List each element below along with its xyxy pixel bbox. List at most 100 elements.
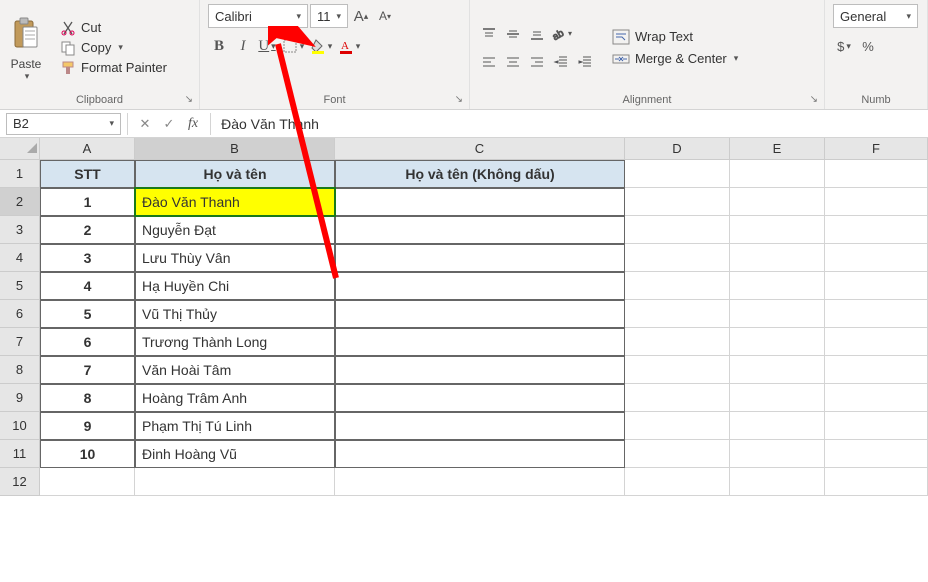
chevron-down-icon[interactable]: ▾ [734, 53, 739, 64]
cell[interactable] [135, 468, 335, 496]
cell[interactable] [335, 412, 625, 440]
cell[interactable] [825, 328, 928, 356]
chevron-down-icon[interactable]: ▾ [118, 42, 123, 53]
cell[interactable] [625, 300, 730, 328]
chevron-down-icon[interactable]: ▾ [25, 71, 30, 82]
cell[interactable] [335, 356, 625, 384]
row-header-10[interactable]: 10 [0, 412, 40, 440]
cell[interactable] [730, 356, 825, 384]
cell[interactable]: Vũ Thị Thủy [135, 300, 335, 328]
row-header-5[interactable]: 5 [0, 272, 40, 300]
column-header-F[interactable]: F [825, 138, 928, 160]
cell[interactable] [825, 384, 928, 412]
dialog-launcher-icon[interactable]: ↘ [810, 94, 818, 105]
cell[interactable] [335, 384, 625, 412]
number-format-box[interactable]: General ▾ [833, 4, 918, 28]
cell[interactable] [625, 244, 730, 272]
cell[interactable] [825, 412, 928, 440]
cell[interactable] [335, 272, 625, 300]
name-box[interactable]: B2 ▾ [6, 113, 121, 135]
row-header-11[interactable]: 11 [0, 440, 40, 468]
dialog-launcher-icon[interactable]: ↘ [455, 94, 463, 105]
cell[interactable] [335, 328, 625, 356]
cell[interactable]: Họ và tên (Không dấu) [335, 160, 625, 188]
column-header-C[interactable]: C [335, 138, 625, 160]
row-header-6[interactable]: 6 [0, 300, 40, 328]
cell[interactable] [625, 384, 730, 412]
column-header-B[interactable]: B [135, 138, 335, 160]
cell[interactable] [730, 188, 825, 216]
cell[interactable] [625, 328, 730, 356]
cell[interactable] [625, 412, 730, 440]
enter-formula-button[interactable]: ✓ [158, 113, 180, 135]
fx-button[interactable]: fx [182, 116, 204, 132]
column-header-D[interactable]: D [625, 138, 730, 160]
increase-indent-button[interactable] [574, 51, 596, 73]
cell[interactable] [825, 300, 928, 328]
merge-center-button[interactable]: Merge & Center ▾ [612, 51, 738, 67]
bold-button[interactable]: B [208, 34, 230, 58]
borders-button[interactable]: ▾ [280, 34, 306, 58]
cell[interactable] [625, 160, 730, 188]
cell[interactable] [825, 440, 928, 468]
cell[interactable] [625, 188, 730, 216]
font-color-button[interactable]: A▾ [336, 34, 362, 58]
cell[interactable] [625, 272, 730, 300]
cell[interactable] [335, 440, 625, 468]
cell[interactable] [730, 468, 825, 496]
wrap-text-button[interactable]: Wrap Text [612, 29, 738, 45]
cell[interactable]: 7 [40, 356, 135, 384]
copy-button[interactable]: Copy ▾ [60, 40, 167, 56]
font-size-box[interactable]: 11 ▾ [310, 4, 348, 28]
cell[interactable] [335, 188, 625, 216]
fill-color-button[interactable]: ▾ [308, 34, 334, 58]
cell[interactable]: 9 [40, 412, 135, 440]
cell[interactable] [625, 440, 730, 468]
cell[interactable]: STT [40, 160, 135, 188]
chevron-down-icon[interactable]: ▾ [296, 11, 301, 22]
cell[interactable] [625, 468, 730, 496]
cell[interactable]: 5 [40, 300, 135, 328]
cell[interactable] [730, 272, 825, 300]
cell[interactable]: Họ và tên [135, 160, 335, 188]
cell[interactable] [825, 188, 928, 216]
orientation-button[interactable]: ab▾ [550, 23, 572, 45]
cell[interactable]: 6 [40, 328, 135, 356]
cell[interactable]: Đinh Hoàng Vũ [135, 440, 335, 468]
align-right-button[interactable] [526, 51, 548, 73]
cell[interactable] [625, 216, 730, 244]
cell[interactable] [730, 384, 825, 412]
row-header-12[interactable]: 12 [0, 468, 40, 496]
cell[interactable] [730, 440, 825, 468]
cell[interactable]: Hạ Huyền Chi [135, 272, 335, 300]
format-painter-button[interactable]: Format Painter [60, 60, 167, 76]
cell[interactable] [730, 300, 825, 328]
cell[interactable] [730, 412, 825, 440]
currency-button[interactable]: $▾ [833, 34, 855, 58]
select-all-corner[interactable] [0, 138, 40, 160]
cell[interactable]: Đào Văn Thanh [135, 188, 335, 216]
cut-button[interactable]: Cut [60, 20, 167, 36]
increase-font-button[interactable]: A▴ [350, 4, 372, 28]
cell[interactable]: Nguyễn Đạt [135, 216, 335, 244]
align-center-button[interactable] [502, 51, 524, 73]
row-header-7[interactable]: 7 [0, 328, 40, 356]
chevron-down-icon[interactable]: ▾ [109, 118, 114, 129]
align-bottom-button[interactable] [526, 23, 548, 45]
cell[interactable] [335, 244, 625, 272]
underline-button[interactable]: U▾ [256, 34, 278, 58]
italic-button[interactable]: I [232, 34, 254, 58]
column-header-A[interactable]: A [40, 138, 135, 160]
align-top-button[interactable] [478, 23, 500, 45]
row-header-3[interactable]: 3 [0, 216, 40, 244]
column-header-E[interactable]: E [730, 138, 825, 160]
formula-input[interactable]: Đào Văn Thanh [211, 116, 928, 132]
cell[interactable]: 2 [40, 216, 135, 244]
cell[interactable] [730, 216, 825, 244]
cell[interactable] [825, 216, 928, 244]
row-header-8[interactable]: 8 [0, 356, 40, 384]
cell[interactable]: Trương Thành Long [135, 328, 335, 356]
row-header-4[interactable]: 4 [0, 244, 40, 272]
cell[interactable]: 3 [40, 244, 135, 272]
cell[interactable] [625, 356, 730, 384]
